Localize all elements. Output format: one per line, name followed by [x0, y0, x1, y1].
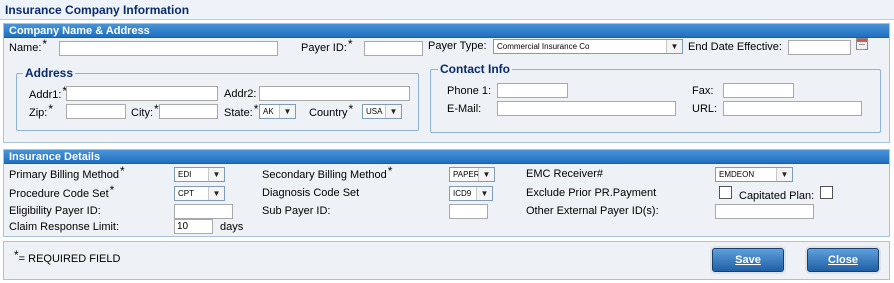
country-label: Country*: [309, 102, 354, 120]
state-label: State:*: [224, 102, 259, 120]
company-section-header: Company Name & Address: [4, 24, 889, 38]
addr2-label: Addr2:: [224, 88, 257, 100]
exclude-prior-checkbox[interactable]: [719, 186, 732, 199]
required-marker: *: [42, 37, 48, 51]
diagnosis-code-label: Diagnosis Code Set: [262, 187, 360, 199]
city-input[interactable]: [159, 104, 218, 119]
capitated-plan-checkbox[interactable]: [820, 186, 833, 199]
country-select[interactable]: USA ▼: [362, 104, 402, 119]
required-marker: *: [348, 102, 354, 116]
page-title: Insurance Company Information: [0, 0, 894, 20]
claim-response-unit: days: [220, 221, 244, 233]
required-marker: *: [154, 102, 159, 116]
save-button[interactable]: Save: [712, 248, 784, 272]
url-input[interactable]: [723, 101, 862, 116]
payer-type-select[interactable]: Commercial Insurance Co ▼: [493, 39, 683, 54]
chevron-down-icon: ▼: [666, 40, 682, 53]
claim-response-limit-input[interactable]: 10: [174, 219, 213, 234]
chevron-down-icon: ▼: [385, 105, 401, 118]
exclude-prior-label: Exclude Prior PR.Payment: [526, 187, 657, 199]
end-date-label: End Date Effective:: [688, 41, 782, 53]
name-label: Name:*: [9, 37, 48, 55]
close-button[interactable]: Close: [807, 248, 879, 272]
eligibility-payer-id-label: Eligibility Payer ID:: [9, 205, 101, 217]
required-marker: *: [387, 164, 393, 178]
name-input[interactable]: [59, 41, 278, 56]
claim-response-limit-label: Claim Response Limit:: [9, 221, 120, 233]
city-label: City:*: [131, 102, 159, 120]
sub-payer-id-label: Sub Payer ID:: [262, 205, 331, 217]
required-marker: *: [120, 164, 125, 178]
email-input[interactable]: [497, 101, 676, 116]
required-marker: *: [109, 183, 115, 197]
required-marker: *: [253, 102, 259, 116]
procedure-code-label: Procedure Code Set*: [9, 183, 115, 201]
chevron-down-icon: ▼: [208, 187, 224, 200]
calendar-icon[interactable]: [856, 38, 868, 50]
payer-type-label: Payer Type:: [428, 40, 487, 52]
secondary-billing-select[interactable]: PAPER ▼: [449, 167, 495, 182]
state-select[interactable]: AK ▼: [259, 104, 296, 119]
chevron-down-icon: ▼: [279, 105, 295, 118]
zip-input[interactable]: [66, 104, 126, 119]
zip-label: Zip:*: [29, 102, 54, 120]
addr1-label: Addr1:*: [29, 84, 68, 102]
required-marker: *: [48, 102, 54, 116]
sub-payer-id-input[interactable]: [449, 204, 488, 219]
chevron-down-icon: ▼: [478, 168, 494, 181]
other-external-payer-input[interactable]: [715, 204, 814, 219]
secondary-billing-label: Secondary Billing Method*: [262, 164, 393, 182]
addr1-input[interactable]: [66, 86, 218, 101]
email-label: E-Mail:: [447, 103, 482, 115]
primary-billing-select[interactable]: EDI ▼: [174, 167, 225, 182]
required-field-note: *= REQUIRED FIELD: [14, 248, 121, 266]
chevron-down-icon: ▼: [476, 187, 492, 200]
procedure-code-select[interactable]: CPT ▼: [174, 186, 225, 201]
primary-billing-label: Primary Billing Method*: [9, 164, 125, 182]
address-legend: Address: [23, 66, 76, 80]
contact-info-legend: Contact Info: [438, 62, 512, 76]
insurance-details-header: Insurance Details: [4, 150, 889, 164]
phone-input[interactable]: [497, 83, 568, 98]
eligibility-payer-id-input[interactable]: [174, 204, 233, 219]
end-date-input[interactable]: [788, 40, 851, 55]
addr2-input[interactable]: [259, 86, 410, 101]
chevron-down-icon: ▼: [776, 168, 792, 181]
address-group: [16, 73, 419, 131]
required-marker: *: [347, 37, 353, 51]
chevron-down-icon: ▼: [208, 168, 224, 181]
emc-receiver-select[interactable]: EMDEON ▼: [715, 167, 793, 182]
phone-label: Phone 1:: [447, 85, 492, 97]
url-label: URL:: [692, 103, 718, 115]
payer-id-label: Payer ID:*: [301, 37, 353, 55]
diagnosis-code-select[interactable]: ICD9 ▼: [449, 186, 493, 201]
other-external-payer-label: Other External Payer ID(s):: [526, 205, 659, 217]
fax-label: Fax:: [692, 85, 714, 97]
required-marker: *: [14, 248, 19, 262]
capitated-plan-label: Capitated Plan:: [739, 190, 815, 202]
emc-receiver-label: EMC Receiver#: [526, 168, 604, 180]
fax-input[interactable]: [723, 83, 794, 98]
payer-id-input[interactable]: [364, 41, 423, 56]
